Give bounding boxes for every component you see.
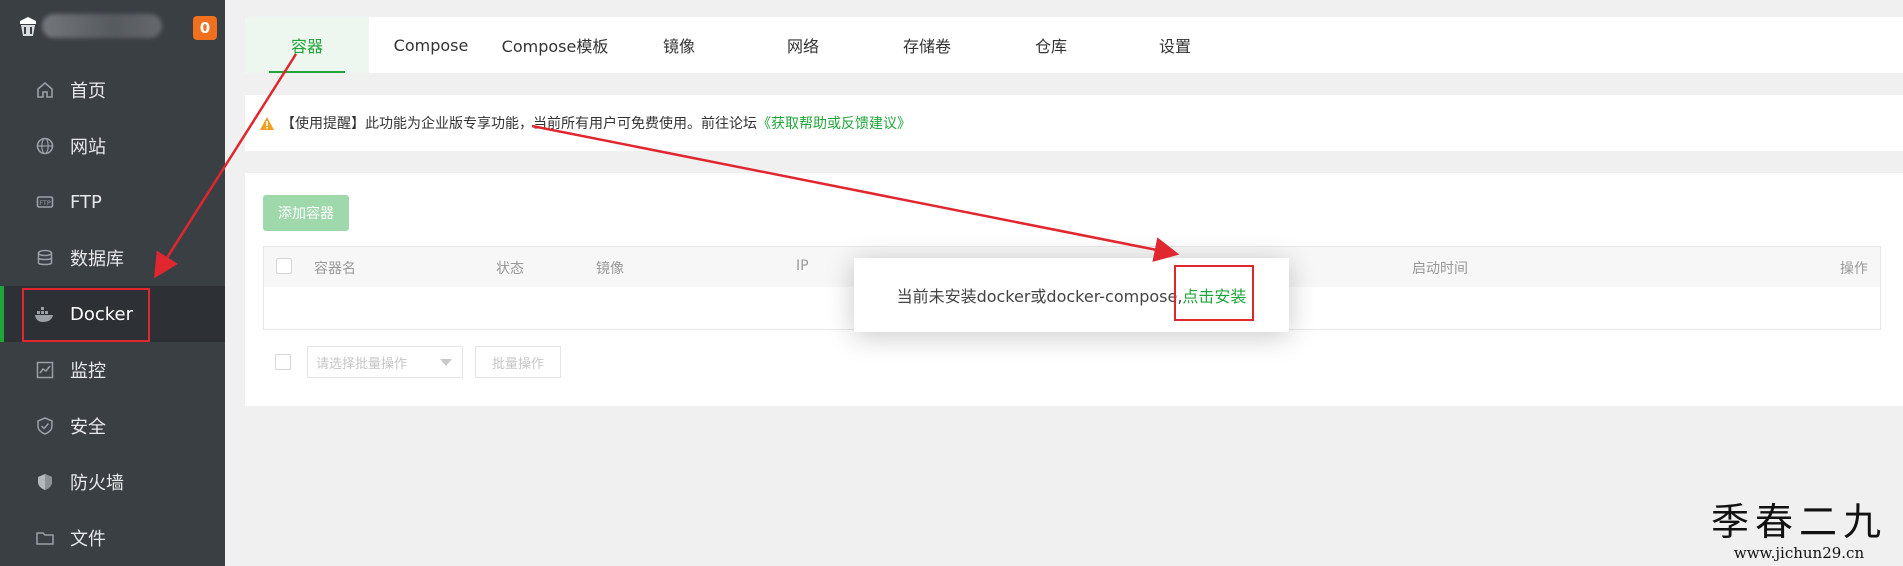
annotation-arrows bbox=[153, 53, 1180, 279]
watermark-name: 季春二九 bbox=[1710, 500, 1887, 544]
watermark-url: www.jichun29.cn bbox=[1733, 544, 1865, 562]
watermark: 季春二九 www.jichun29.cn bbox=[1711, 500, 1887, 562]
arrow-to-docker bbox=[153, 53, 298, 279]
arrow-to-install bbox=[531, 124, 1180, 262]
